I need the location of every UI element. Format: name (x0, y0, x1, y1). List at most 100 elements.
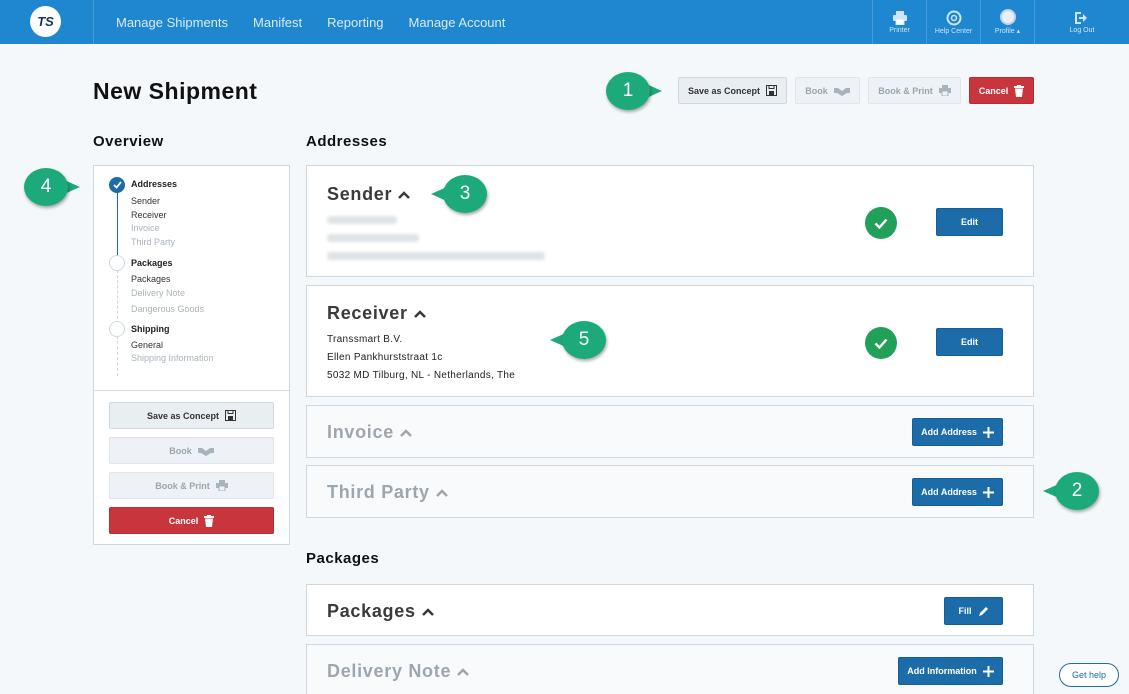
sender-address-redacted (327, 234, 419, 242)
packages-heading: Packages (306, 550, 380, 567)
main-nav: Manage Shipments Manifest Reporting Mana… (116, 0, 530, 44)
receiver-edit-button[interactable]: Edit (936, 328, 1003, 356)
floppy-icon (766, 85, 778, 96)
callout-3: 3 (429, 175, 487, 213)
book-button[interactable]: Book (795, 77, 860, 104)
overview-book-print-button[interactable]: Book & Print (109, 472, 274, 499)
third-party-title[interactable]: Third Party (327, 482, 448, 503)
invoice-add-address-button[interactable]: Add Address (912, 418, 1003, 446)
printer-label: Printer (889, 26, 910, 34)
receiver-city: 5032 MD Tilburg, NL - Netherlands, The (327, 370, 516, 381)
printer-button[interactable]: Printer (872, 0, 926, 44)
printer-icon (215, 480, 228, 491)
delivery-note-title-text: Delivery Note (327, 661, 452, 681)
logout-button[interactable]: Log Out (1034, 0, 1129, 44)
save-concept-label: Save as Concept (687, 85, 761, 96)
printer-icon (938, 85, 951, 96)
receiver-edit-label: Edit (961, 337, 978, 347)
overview-book-button[interactable]: Book (109, 437, 274, 464)
step-addresses[interactable]: Addresses (131, 179, 177, 189)
callout-1-bubble: 1 (606, 72, 650, 110)
callout-5: 5 (548, 321, 606, 359)
packages-title[interactable]: Packages (327, 601, 434, 622)
step-sender[interactable]: Sender (131, 196, 160, 206)
logo-divider (93, 0, 94, 44)
step-progress-line (117, 191, 118, 261)
callout-2-bubble: 2 (1055, 472, 1099, 510)
receiver-company: Transsmart B.V. (327, 334, 403, 345)
step-packages[interactable]: Packages (131, 258, 173, 268)
addresses-heading: Addresses (306, 133, 388, 150)
step-third-party[interactable]: Third Party (131, 237, 175, 247)
callout-2: 2 (1041, 472, 1099, 510)
chevron-up-icon (457, 667, 470, 676)
sender-title[interactable]: Sender (327, 184, 411, 205)
nav-manifest[interactable]: Manifest (253, 15, 302, 30)
page-title: New Shipment (93, 78, 258, 104)
callout-1: 1 (606, 72, 664, 110)
callout-4: 4 (24, 168, 82, 206)
invoice-card: Invoice Add Address (306, 405, 1034, 458)
overview-cancel-button[interactable]: Cancel (109, 507, 274, 534)
callout-5-bubble: 5 (562, 321, 606, 359)
transsmart-logo[interactable]: TS (30, 6, 61, 37)
get-help-button[interactable]: Get help (1059, 663, 1119, 687)
book-print-button[interactable]: Book & Print (868, 77, 961, 104)
help-center-label: Help Center (934, 27, 973, 35)
overview-divider (94, 390, 289, 391)
delivery-note-title[interactable]: Delivery Note (327, 661, 470, 682)
profile-button[interactable]: Profile ▴ (980, 0, 1034, 44)
nav-manage-account[interactable]: Manage Account (409, 15, 506, 30)
invoice-title-text: Invoice (327, 422, 394, 442)
packages-card: Packages Fill (306, 584, 1034, 636)
handshake-icon (197, 447, 214, 456)
chevron-up-icon (435, 488, 448, 497)
nav-reporting[interactable]: Reporting (327, 15, 383, 30)
overview-save-concept-button[interactable]: Save as Concept (109, 402, 274, 429)
nav-manage-shipments[interactable]: Manage Shipments (116, 15, 228, 30)
packages-fill-button[interactable]: Fill (944, 597, 1003, 625)
plus-icon (982, 665, 994, 677)
delivery-note-card: Delivery Note Add Information (306, 644, 1034, 694)
step-invoice[interactable]: Invoice (131, 223, 160, 233)
cancel-button[interactable]: Cancel (969, 77, 1034, 104)
cancel-label: Cancel (978, 85, 1009, 96)
book-print-label: Book & Print (878, 85, 933, 96)
check-icon (112, 181, 122, 189)
step-shipping[interactable]: Shipping (131, 324, 170, 334)
chevron-up-icon (413, 309, 426, 318)
invoice-title[interactable]: Invoice (327, 422, 412, 443)
step-receiver[interactable]: Receiver (131, 210, 167, 220)
chevron-up-icon (400, 428, 412, 437)
step-dangerous-goods[interactable]: Dangerous Goods (131, 304, 204, 314)
save-concept-button[interactable]: Save as Concept (678, 77, 787, 104)
check-icon (874, 338, 888, 349)
chevron-up-icon (398, 190, 411, 199)
step-shipping-information[interactable]: Shipping Information (131, 353, 214, 363)
callout-4-bubble: 4 (24, 168, 68, 206)
step-delivery-note[interactable]: Delivery Note (131, 288, 185, 298)
pencil-icon (978, 606, 988, 616)
delivery-note-add-information-button[interactable]: Add Information (898, 657, 1003, 685)
third-party-add-address-button[interactable]: Add Address (912, 478, 1003, 506)
step-addresses-done (109, 177, 125, 193)
sender-card: Sender Edit (306, 165, 1034, 277)
save-concept-label: Save as Concept (146, 410, 220, 421)
sender-edit-button[interactable]: Edit (936, 208, 1003, 236)
avatar (999, 9, 1016, 25)
printer-icon (892, 10, 907, 25)
handshake-icon (833, 87, 850, 96)
trash-icon (1014, 84, 1025, 97)
top-actions: Save as Concept Book Book & Print Cancel (678, 77, 1034, 104)
logout-label: Log Out (1069, 26, 1095, 34)
receiver-title[interactable]: Receiver (327, 303, 426, 324)
step-general[interactable]: General (131, 340, 163, 350)
receiver-title-text: Receiver (327, 303, 408, 323)
help-center-button[interactable]: Help Center (926, 0, 980, 44)
step-packages-item[interactable]: Packages (131, 274, 171, 284)
overview-heading: Overview (93, 133, 164, 150)
receiver-valid-check-icon (865, 327, 897, 359)
overview-panel: Addresses Sender Receiver Invoice Third … (93, 165, 290, 545)
toolbar-right: Printer Help Center Profile ▴ Log Out (872, 0, 1129, 44)
floppy-icon (225, 410, 237, 421)
